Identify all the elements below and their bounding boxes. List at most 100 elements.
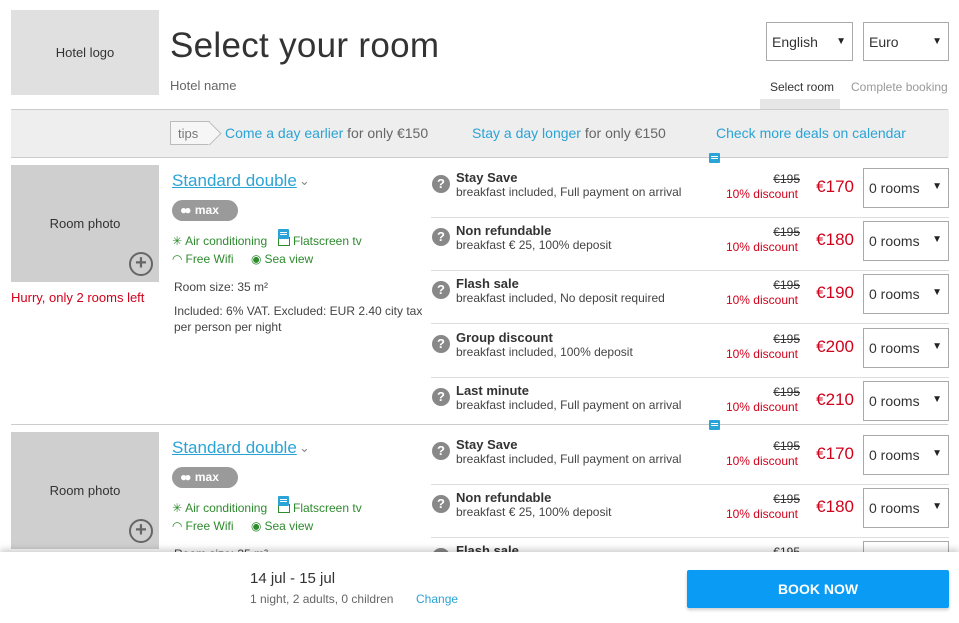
caret-down-icon: ▼: [932, 36, 942, 47]
discount-label: 10% discount: [725, 240, 798, 254]
amenity-sea-view: ◉ Sea view: [251, 252, 313, 266]
discount-label: 10% discount: [725, 454, 798, 468]
currency-select[interactable]: Euro ▼: [863, 22, 949, 61]
caret-down-icon: ▼: [932, 287, 942, 298]
language-select[interactable]: English ▼: [766, 22, 853, 61]
rate-row: ? Non refundable breakfast € 25, 100% de…: [431, 485, 949, 538]
zoom-plus-icon[interactable]: +: [129, 519, 153, 543]
room-name-link[interactable]: Standard double: [172, 171, 297, 191]
tip-earlier-link[interactable]: Come a day earlier: [225, 125, 343, 141]
tip-longer-link[interactable]: Stay a day longer: [472, 125, 581, 141]
help-icon[interactable]: ?: [432, 175, 450, 193]
amenity-sea-view: ◉ Sea view: [251, 519, 313, 533]
max-occupancy-badge: ●● max: [172, 200, 238, 221]
amenity-label: Sea view: [264, 519, 314, 533]
rate-desc: breakfast included, 100% deposit: [456, 345, 633, 359]
stay-dates: 14 jul - 15 jul: [250, 570, 336, 587]
amenity-free-wifi: ◠ Free Wifi: [172, 252, 233, 266]
caret-down-icon: ▼: [932, 394, 942, 405]
tip-longer-text: for only €150: [584, 125, 666, 141]
rooms-select[interactable]: 0 rooms ▼: [863, 435, 949, 475]
rate-desc: breakfast included, Full payment on arri…: [456, 185, 682, 199]
max-label: max: [194, 203, 219, 217]
amenity-label: Free Wifi: [185, 252, 234, 266]
rate-row: ? Group discount breakfast included, 100…: [431, 325, 949, 378]
tip-calendar: Check more deals on calendar: [716, 125, 906, 141]
zoom-plus-icon[interactable]: +: [129, 252, 153, 276]
rooms-value: 0 rooms: [869, 393, 920, 409]
help-icon[interactable]: ?: [432, 335, 450, 353]
rate-price: €200: [816, 337, 854, 356]
rate-price: €190: [816, 283, 854, 302]
help-icon[interactable]: ?: [432, 281, 450, 299]
snowflake-icon: ✳: [172, 234, 183, 248]
tip-longer: Stay a day longer for only €150: [472, 125, 666, 141]
help-icon[interactable]: ?: [432, 388, 450, 406]
tip-calendar-link[interactable]: Check more deals on calendar: [716, 125, 906, 141]
rate-price: €210: [816, 390, 854, 409]
discount-label: 10% discount: [725, 347, 798, 361]
eye-icon: ◉: [251, 519, 262, 533]
rate-desc: breakfast included, No deposit required: [456, 291, 665, 305]
discount-label: 10% discount: [725, 187, 798, 201]
rooms-value: 0 rooms: [869, 500, 920, 516]
chevron-down-icon[interactable]: ⌄: [299, 173, 310, 189]
amenity-air-conditioning: ✳ Air conditioning: [172, 501, 267, 515]
rooms-value: 0 rooms: [869, 233, 920, 249]
people-icon: ●●: [180, 470, 191, 484]
rooms-value: 0 rooms: [869, 286, 920, 302]
tips-badge: tips: [170, 121, 210, 145]
caret-down-icon: ▼: [932, 181, 942, 192]
chevron-down-icon[interactable]: ⌄: [299, 440, 310, 456]
room-card: Room photo + Hurry, only 2 rooms left St…: [11, 153, 949, 423]
rate-row: ? Stay Save breakfast included, Full pay…: [431, 165, 949, 218]
rooms-value: 0 rooms: [869, 180, 920, 196]
rate-desc: breakfast included, Full payment on arri…: [456, 398, 682, 412]
rate-name: Non refundable: [456, 223, 552, 238]
guest-summary: 1 night, 2 adults, 0 children: [250, 592, 394, 606]
snowflake-icon: ✳: [172, 501, 183, 515]
step-indicator-bar: [760, 99, 840, 109]
rooms-select[interactable]: 0 rooms ▼: [863, 274, 949, 314]
rate-name: Last minute: [456, 383, 529, 398]
amenity-flatscreen-tv: Flatscreen tv: [278, 234, 362, 248]
room-size: Room size: 35 m²: [174, 280, 269, 294]
room-photo[interactable]: Room photo +: [11, 432, 159, 549]
help-icon[interactable]: ?: [432, 442, 450, 460]
amenity-air-conditioning: ✳ Air conditioning: [172, 234, 267, 248]
rooms-select[interactable]: 0 rooms ▼: [863, 328, 949, 368]
change-link[interactable]: Change: [416, 592, 458, 606]
old-price: €195: [773, 172, 800, 186]
hotel-name: Hotel name: [170, 78, 237, 93]
rate-price: €180: [816, 230, 854, 249]
rooms-select[interactable]: 0 rooms ▼: [863, 221, 949, 261]
step-complete-booking: Complete booking: [851, 80, 948, 94]
rate-desc: breakfast € 25, 100% deposit: [456, 238, 612, 252]
wifi-icon: ◠: [172, 252, 183, 266]
people-icon: ●●: [180, 203, 191, 217]
help-icon[interactable]: ?: [432, 228, 450, 246]
currency-value: Euro: [869, 34, 899, 50]
max-occupancy-badge: ●● max: [172, 467, 238, 488]
book-now-button[interactable]: BOOK NOW: [687, 570, 949, 608]
rooms-select[interactable]: 0 rooms ▼: [863, 488, 949, 528]
help-icon[interactable]: ?: [432, 495, 450, 513]
rooms-select[interactable]: 0 rooms ▼: [863, 168, 949, 208]
note-icon: [709, 153, 720, 163]
old-price: €195: [773, 278, 800, 292]
room-photo-label: Room photo: [49, 483, 121, 498]
amenity-free-wifi: ◠ Free Wifi: [172, 519, 233, 533]
rate-name: Flash sale: [456, 276, 519, 291]
eye-icon: ◉: [251, 252, 262, 266]
room-photo[interactable]: Room photo +: [11, 165, 159, 282]
rate-name: Non refundable: [456, 490, 552, 505]
tips-badge-label: tips: [178, 126, 199, 141]
rooms-select[interactable]: 0 rooms ▼: [863, 381, 949, 421]
rate-row: ? Non refundable breakfast € 25, 100% de…: [431, 218, 949, 271]
room-name-link[interactable]: Standard double: [172, 438, 297, 458]
rate-price: €180: [816, 497, 854, 516]
rate-name: Stay Save: [456, 437, 518, 452]
amenity-label: Free Wifi: [185, 519, 234, 533]
rate-row: ? Flash sale breakfast included, No depo…: [431, 271, 949, 324]
rate-name: Group discount: [456, 330, 553, 345]
